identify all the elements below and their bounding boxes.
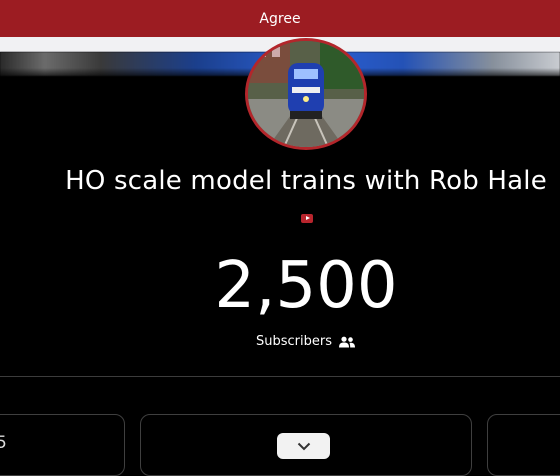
- info-card-right[interactable]: [487, 414, 560, 476]
- agree-button[interactable]: Agree: [259, 11, 300, 27]
- channel-title: HO scale model trains with Rob Hale: [65, 166, 547, 196]
- users-icon: [339, 336, 355, 347]
- avatar-image: [248, 41, 364, 147]
- expand-button[interactable]: [277, 433, 330, 459]
- left-card-text: 5: [0, 433, 7, 453]
- subscriber-count: 2,500: [214, 249, 398, 323]
- youtube-icon[interactable]: [301, 214, 313, 223]
- channel-avatar[interactable]: [245, 38, 367, 150]
- info-card-left[interactable]: [0, 414, 125, 476]
- chevron-down-icon: [297, 442, 310, 450]
- section-divider: [0, 376, 560, 377]
- subscribers-label: Subscribers: [256, 334, 332, 349]
- consent-bar: Agree: [0, 0, 560, 37]
- subscribers-row: Subscribers: [0, 334, 560, 349]
